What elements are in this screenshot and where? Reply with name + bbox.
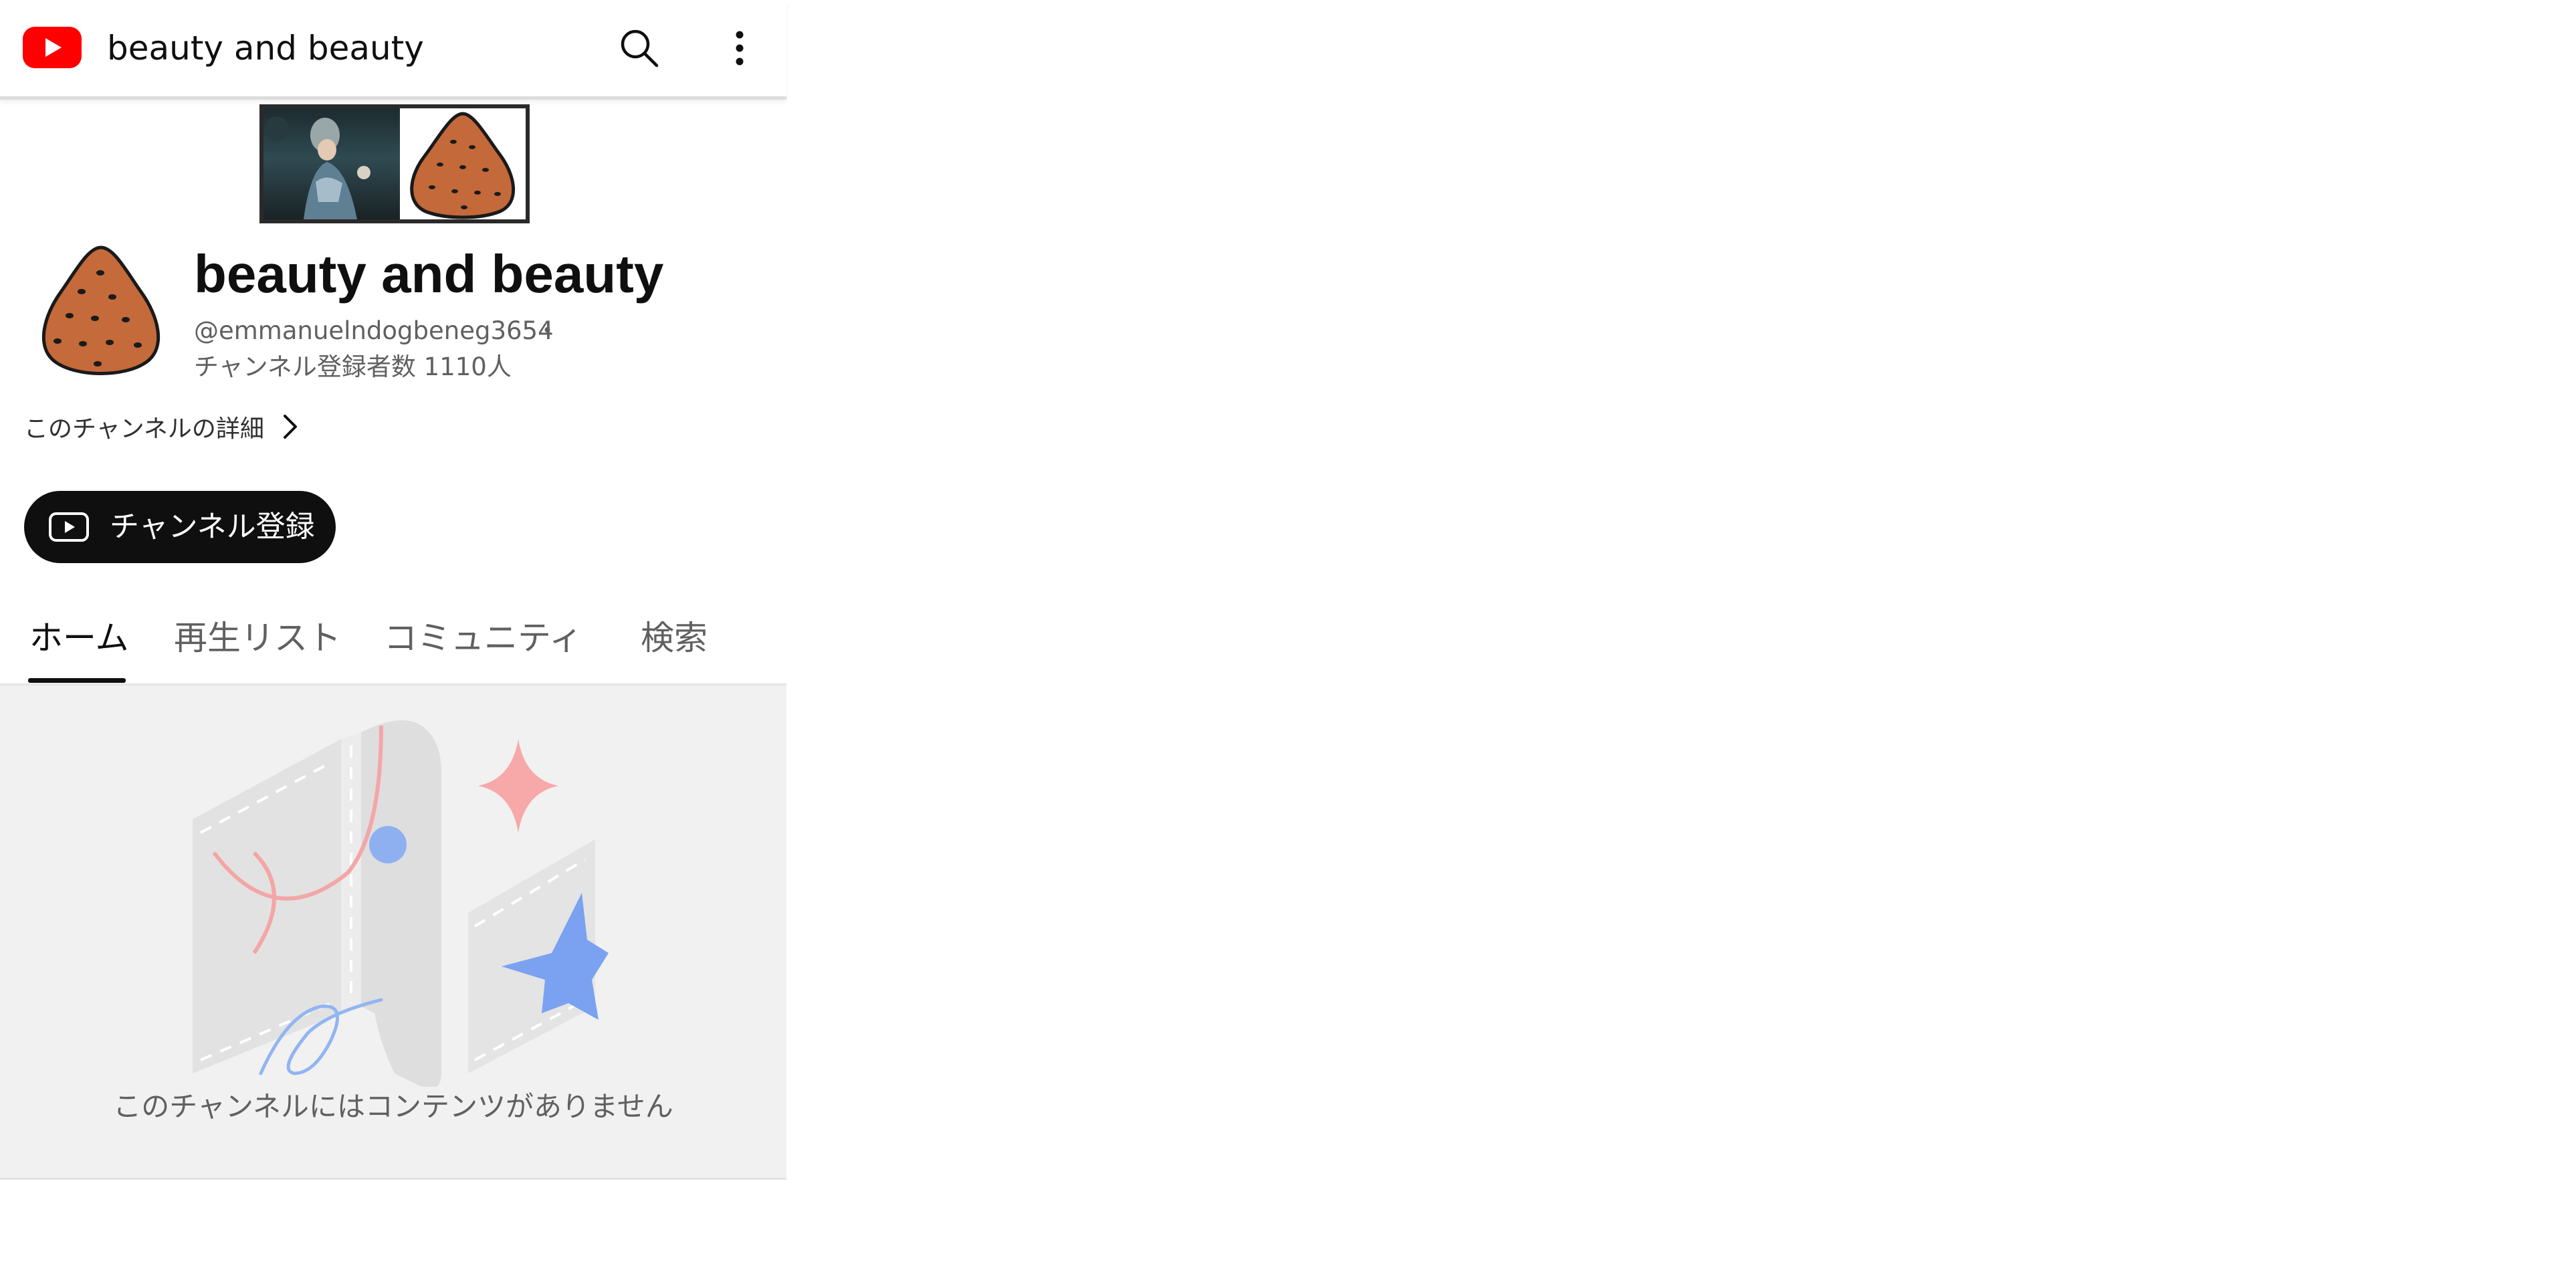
empty-state-message: このチャンネルにはコンテンツがありません: [113, 1090, 673, 1123]
youtube-channel-page: beauty and beauty beauty and beauty @emm…: [0, 0, 791, 1262]
subscribe-button[interactable]: チャンネル登録: [24, 491, 336, 563]
channel-name: beauty and beauty: [194, 244, 664, 304]
channel-tabs: ホーム 再生リスト コミュニティ 検索: [0, 602, 786, 686]
channel-banner: [259, 104, 530, 223]
youtube-logo-icon[interactable]: [23, 27, 82, 68]
about-link-label: このチャンネルの詳細: [24, 415, 264, 443]
handle-separator: ・: [535, 316, 560, 345]
topbar-title: beauty and beauty: [107, 29, 424, 68]
active-tab-indicator: [28, 678, 126, 683]
more-vertical-icon: [736, 31, 744, 66]
subscriber-count: チャンネル登録者数 1110人: [194, 352, 512, 381]
more-options-button[interactable]: [722, 25, 757, 71]
empty-state-panel: このチャンネルにはコンテンツがありません: [0, 686, 786, 1180]
channel-handle: @emmanuelndogbeneg3654: [194, 316, 554, 345]
channel-about-link[interactable]: このチャンネルの詳細: [24, 408, 299, 445]
empty-channel-illustration: [193, 720, 609, 1087]
youtube-outline-icon: [49, 512, 89, 542]
banner-cookie-image: [400, 108, 526, 219]
banner-portrait-image: [263, 108, 400, 219]
tab-home[interactable]: ホーム: [29, 611, 129, 665]
tab-playlists[interactable]: 再生リスト: [174, 611, 341, 665]
cookie-avatar-icon: [41, 245, 160, 375]
subscribe-label: チャンネル登録: [110, 510, 315, 544]
tab-search[interactable]: 検索: [641, 611, 708, 665]
search-icon: [621, 29, 659, 68]
tab-community[interactable]: コミュニティ: [384, 611, 582, 665]
top-app-bar: beauty and beauty: [0, 0, 786, 100]
channel-avatar[interactable]: [31, 241, 171, 384]
search-button[interactable]: [617, 25, 662, 71]
chevron-right-icon: [283, 415, 297, 439]
